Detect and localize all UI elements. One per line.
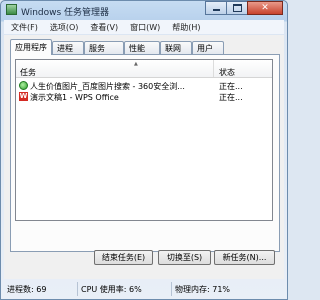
window-title: Windows 任务管理器	[21, 8, 110, 18]
task-row[interactable]: W 演示文稿1 - WPS Office 正在...	[17, 91, 271, 102]
tab-processes[interactable]: 进程	[52, 41, 84, 54]
column-divider[interactable]	[213, 60, 214, 77]
maximize-button[interactable]	[226, 1, 248, 15]
maximize-icon	[232, 4, 242, 12]
physical-memory: 物理内存: 71%	[175, 285, 231, 294]
column-header-status[interactable]: 状态	[219, 67, 235, 78]
tab-performance[interactable]: 性能	[124, 41, 160, 54]
title-bar[interactable]: Windows 任务管理器 ✕	[1, 1, 287, 19]
browser-icon	[19, 81, 28, 90]
process-count: 进程数: 69	[4, 282, 78, 296]
task-row[interactable]: 人生价值图片_百度图片搜索 - 360安全浏... 正在...	[17, 80, 271, 91]
menu-options[interactable]: 选项(O)	[43, 20, 84, 34]
minimize-icon	[212, 9, 220, 11]
menu-view[interactable]: 查看(V)	[83, 20, 123, 34]
task-status: 正在...	[219, 93, 243, 102]
menu-help[interactable]: 帮助(H)	[165, 20, 205, 34]
new-task-button[interactable]: 新任务(N)...	[214, 250, 275, 265]
column-header-task[interactable]: 任务	[20, 67, 36, 78]
menu-file[interactable]: 文件(F)	[4, 20, 43, 34]
tab-networking[interactable]: 联网	[160, 41, 192, 54]
menu-bar: 文件(F) 选项(O) 查看(V) 窗口(W) 帮助(H)	[4, 20, 284, 34]
close-button[interactable]: ✕	[247, 1, 283, 15]
task-manager-app-icon	[6, 4, 17, 15]
sort-up-icon: ▲	[134, 61, 138, 67]
task-manager-window: Windows 任务管理器 ✕ 文件(F) 选项(O) 查看(V) 窗口(W) …	[0, 0, 288, 300]
task-list[interactable]: ▲ 任务 状态 人生价值图片_百度图片搜索 - 360安全浏... 正在... …	[15, 59, 273, 221]
end-task-button[interactable]: 结束任务(E)	[94, 250, 153, 265]
menu-window[interactable]: 窗口(W)	[123, 20, 165, 34]
list-header: ▲ 任务 状态	[16, 60, 272, 78]
tab-users[interactable]: 用户	[192, 41, 224, 54]
window-controls: ✕	[205, 1, 283, 16]
client-area: 应用程序 进程 服务 性能 联网 用户 ▲ 任务 状态 人生价值图片_百度图片搜…	[4, 35, 284, 279]
tab-applications[interactable]: 应用程序	[10, 39, 52, 55]
wps-icon: W	[19, 92, 28, 101]
status-bar: 进程数: 69 CPU 使用率: 6% 物理内存: 71%	[4, 282, 284, 296]
switch-to-button[interactable]: 切换至(S)	[158, 250, 211, 265]
tab-services[interactable]: 服务	[84, 41, 124, 54]
task-name: 演示文稿1 - WPS Office	[30, 93, 119, 102]
close-icon: ✕	[261, 3, 269, 13]
minimize-button[interactable]	[205, 1, 227, 15]
cpu-usage: CPU 使用率: 6%	[78, 282, 172, 296]
